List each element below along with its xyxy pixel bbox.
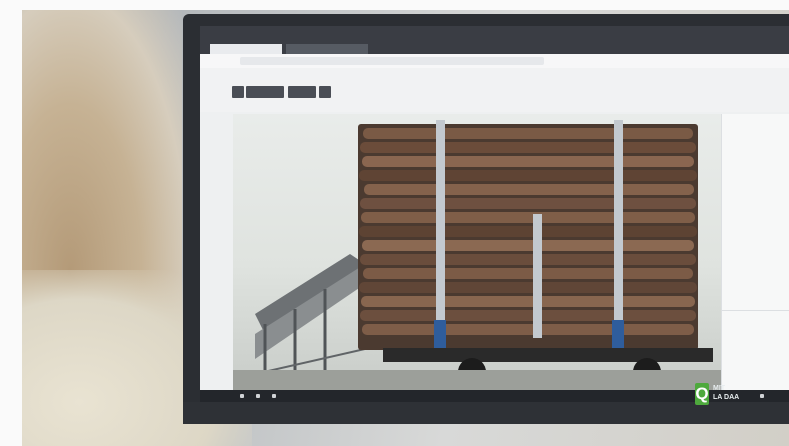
log xyxy=(360,198,696,209)
middle-stake xyxy=(533,214,542,338)
toolbar-button-1[interactable] xyxy=(232,86,244,98)
log-load-photo xyxy=(233,114,721,390)
log xyxy=(362,240,694,251)
monitor-bezel xyxy=(183,402,789,424)
app-toolbar xyxy=(200,68,789,112)
address-bar xyxy=(200,54,789,69)
taskbar-icon[interactable] xyxy=(256,394,260,398)
log xyxy=(359,226,697,237)
left-stake xyxy=(436,120,445,340)
broadcaster-logo-icon: Q xyxy=(695,383,709,405)
url-field[interactable] xyxy=(240,57,544,65)
watermark-line-1: MIT xyxy=(713,385,726,392)
right-sidebar xyxy=(721,114,789,390)
browser-tab-2[interactable] xyxy=(286,44,368,54)
taskbar-icon[interactable] xyxy=(760,394,764,398)
browser-titlebar xyxy=(200,26,789,54)
log xyxy=(361,212,695,223)
right-stake xyxy=(614,120,623,340)
broadcaster-watermark: MIT LA DAA xyxy=(713,384,739,402)
log xyxy=(359,282,697,293)
log xyxy=(364,184,694,195)
toolbar-button-4[interactable] xyxy=(319,86,331,98)
browser-tab-1[interactable] xyxy=(210,44,282,54)
log xyxy=(363,268,693,279)
log xyxy=(360,142,696,153)
taskbar-icon[interactable] xyxy=(240,394,244,398)
letterbox-top xyxy=(0,0,789,10)
log xyxy=(361,296,695,307)
toolbar-button-3[interactable] xyxy=(288,86,316,98)
log xyxy=(362,156,694,167)
taskbar-icon[interactable] xyxy=(272,394,276,398)
log xyxy=(360,254,696,265)
toolbar-button-2[interactable] xyxy=(246,86,284,98)
watermark-line-2: LA DAA xyxy=(713,394,740,401)
ground xyxy=(233,370,721,390)
log xyxy=(359,170,697,181)
log xyxy=(362,324,694,335)
sidebar-divider xyxy=(722,310,789,311)
log xyxy=(363,128,693,139)
log xyxy=(360,310,696,321)
trailer-bed xyxy=(383,348,713,362)
log-stack xyxy=(358,124,698,350)
letterbox-left xyxy=(0,0,22,446)
monitor-screen xyxy=(200,26,789,402)
